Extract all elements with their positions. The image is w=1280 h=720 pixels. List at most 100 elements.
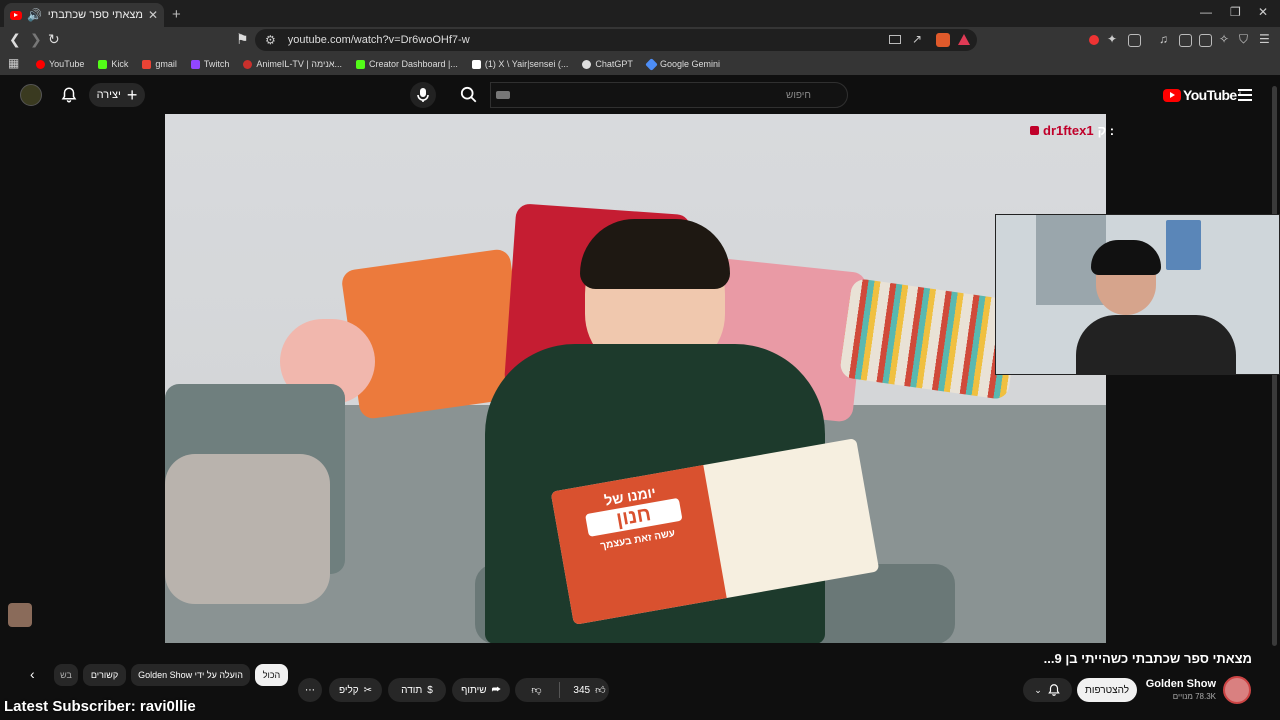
more-actions-icon[interactable]: ⋯ [298,678,322,702]
clip-button[interactable]: קליפ ✂ [329,678,382,702]
person-hair [580,219,730,289]
video-title: מצאתי ספר שכתבתי כשהייתי בן 9... [1043,651,1252,666]
youtube-favicon-icon [10,10,22,20]
share-icon[interactable]: ↗ [912,33,922,45]
new-tab-button[interactable]: + [172,6,181,23]
thanks-button[interactable]: תודה $ [388,678,446,702]
tab-title: מצאתי ספר שכתבתי כשהייתי [47,9,143,21]
chip-related[interactable]: קשורים [83,664,126,686]
site-info-icon[interactable]: ⚙ [265,34,276,46]
create-button[interactable]: יצירה + [89,83,145,107]
channel-avatar[interactable] [1223,676,1251,704]
vpn-shield-icon[interactable]: ⛉ [1239,33,1248,45]
gemini-icon [645,57,658,71]
overlay-avatar-icon [8,603,32,627]
streamer-webcam [995,214,1280,375]
channel-name[interactable]: Golden Show [1140,678,1216,690]
chevron-down-icon: ⌄ [1034,684,1042,695]
chip-scroll-left-icon[interactable]: ‹ [30,666,35,682]
chatgpt-icon [582,59,592,69]
leo-ai-icon[interactable]: ✧ [1219,33,1229,45]
back-icon[interactable]: ❮ [9,31,21,48]
account-avatar[interactable] [20,84,42,106]
tab-close-icon[interactable]: ✕ [148,9,158,21]
search-button[interactable] [450,82,488,108]
notification-settings-button[interactable]: ⌄ [1023,678,1072,702]
close-window-icon[interactable]: ✕ [1258,5,1268,19]
bookmark-twitch[interactable]: Twitch [190,59,229,69]
screenshot-icon[interactable] [1128,34,1141,47]
kick-icon [356,59,365,69]
thanks-dollar-icon: $ [427,684,433,696]
guide-menu-icon[interactable] [1238,89,1252,101]
bookmark-youtube[interactable]: YouTube [36,59,84,69]
minimize-icon[interactable]: — [1200,5,1212,19]
chip-all[interactable]: הכול [255,664,288,686]
restore-icon[interactable]: ❐ [1230,5,1241,19]
bookmark-gmail[interactable]: gmail [142,59,177,69]
bookmarks-bar: ▦ YouTube Kick gmail Twitch AnimeIL-TV |… [0,53,1280,75]
streamer-headset [1091,240,1161,275]
url-text[interactable]: youtube.com/watch?v=Dr6woOHf7-w [288,34,470,46]
subscriber-count: 78.3K מנויים [1172,692,1216,701]
audio-playing-icon[interactable]: 🔊 [27,9,42,21]
poster [1166,220,1201,270]
striped-pillow [838,277,1022,401]
plus-icon: + [126,85,138,105]
notifications-bell-icon[interactable] [60,86,78,104]
chat-badge-icon [1030,126,1039,135]
blanket [165,454,330,604]
gmail-icon [142,59,152,69]
share-button[interactable]: שיתוף ⮫ [452,678,510,702]
share-arrow-icon: ⮫ [491,684,501,696]
chip-uploaded-by[interactable]: הועלה על ידי Golden Show [131,664,250,686]
scissors-icon: ✂ [363,684,373,696]
browser-menu-icon[interactable]: ☰ [1259,33,1270,45]
animeil-icon [243,59,253,69]
thumbs-up-icon: 👍︎ [595,685,606,696]
forward-icon[interactable]: ❯ [30,31,42,48]
bookmark-animeil[interactable]: AnimeIL-TV | אנימה... [243,59,342,69]
search-input[interactable]: חיפוש [490,82,848,108]
brave-shields-icon[interactable] [936,33,950,47]
youtube-icon [36,59,45,69]
dislike-icon[interactable]: 👎︎ [518,684,554,696]
search-icon [460,86,477,103]
like-dislike-group: 👎︎ 345 👍︎ [515,678,609,702]
stream-chat-overlay: dr1ftex1 ק : [1030,123,1114,138]
extensions-icon[interactable]: ✦ [1107,33,1117,45]
bookmark-page-icon[interactable]: ⚑ [236,31,249,48]
youtube-logo[interactable]: YouTube IL [1163,87,1243,103]
reload-icon[interactable]: ↻ [48,31,60,48]
streamer-shirt [1076,315,1236,374]
youtube-play-icon [1163,88,1181,102]
bookmark-chatgpt[interactable]: ChatGPT [582,59,633,69]
twitch-icon [190,59,200,69]
latest-subscriber-ticker: Latest Subscriber: ravi0llie [0,698,290,720]
kick-icon [98,59,108,69]
apps-grid-icon[interactable]: ▦ [8,57,19,69]
address-bar[interactable]: ⚙ youtube.com/watch?v=Dr6woOHf7-w [255,29,977,51]
subscribe-button[interactable]: להצטרפות [1077,678,1137,702]
browser-tab[interactable]: 🔊 מצאתי ספר שכתבתי כשהייתי ✕ [4,3,164,27]
extension-record-icon[interactable] [1089,35,1099,45]
cast-icon[interactable] [889,35,901,44]
chip-more[interactable]: בש [54,664,78,686]
wallet-icon[interactable] [1199,34,1212,47]
like-button[interactable]: 345 👍︎ [565,684,606,697]
like-divider [559,682,561,698]
x-icon [471,59,481,69]
voice-search-button[interactable] [410,82,436,108]
microphone-icon [417,88,429,102]
sidebar-toggle-icon[interactable] [1179,34,1192,47]
bookmark-x[interactable]: (1) X \ Yair|sensei (... [471,59,568,69]
bookmark-gemini[interactable]: Google Gemini [645,57,720,71]
brave-rewards-icon[interactable] [958,34,970,45]
video-player[interactable]: יומנו של חנון עשה זאת בעצמך [165,114,1106,643]
media-icon[interactable]: ♫ [1159,33,1168,45]
keyboard-icon[interactable] [496,91,510,99]
bookmark-creator-dashboard[interactable]: Creator Dashboard |... [356,59,458,69]
tab-strip [0,0,1280,27]
bell-icon [1048,684,1060,696]
bookmark-kick[interactable]: Kick [98,59,128,69]
